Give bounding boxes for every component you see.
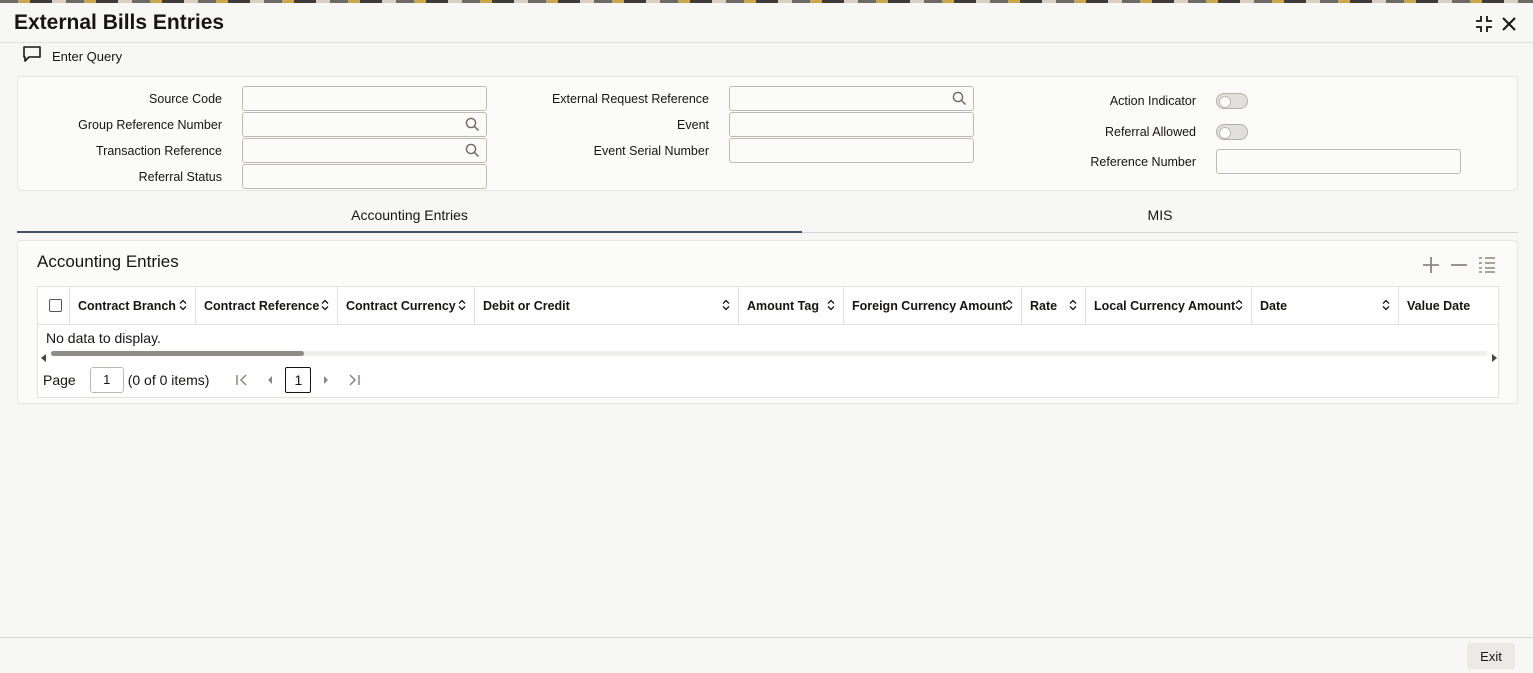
- search-icon[interactable]: [465, 117, 480, 137]
- column-label: Debit or Credit: [483, 299, 570, 313]
- search-icon[interactable]: [465, 143, 480, 163]
- enter-query-label: Enter Query: [52, 48, 123, 64]
- column-label: Date: [1260, 299, 1288, 313]
- event-serial-number-label: Event Serial Number: [593, 144, 709, 158]
- event-input[interactable]: [729, 112, 974, 137]
- sort-icon[interactable]: [179, 299, 187, 314]
- grid-actions: [1421, 255, 1497, 275]
- first-page-icon[interactable]: [231, 367, 253, 393]
- sort-icon[interactable]: [722, 299, 730, 314]
- column-contract-branch[interactable]: Contract Branch: [70, 287, 196, 325]
- previous-page-icon[interactable]: [259, 367, 281, 393]
- title-bar: External Bills Entries: [0, 3, 1533, 43]
- next-page-icon[interactable]: [315, 367, 337, 393]
- sort-icon[interactable]: [1069, 299, 1077, 314]
- column-label: Local Currency Amount: [1094, 299, 1236, 313]
- search-icon[interactable]: [952, 91, 967, 111]
- column-local-currency-amount[interactable]: Local Currency Amount: [1086, 287, 1252, 325]
- source-code-input[interactable]: [242, 86, 487, 111]
- column-label: Rate: [1030, 299, 1058, 313]
- sort-icon[interactable]: [458, 299, 466, 314]
- column-date[interactable]: Date: [1252, 287, 1399, 325]
- footer-bar: Exit: [0, 637, 1533, 673]
- referral-status-input[interactable]: [242, 164, 487, 189]
- accounting-entries-section: Accounting Entries Contract Branch Contr…: [17, 240, 1518, 404]
- column-label: Contract Currency: [346, 299, 456, 313]
- referral-allowed-toggle[interactable]: [1216, 124, 1248, 140]
- column-label: Amount Tag: [747, 299, 819, 313]
- column-rate[interactable]: Rate: [1022, 287, 1086, 325]
- sort-icon[interactable]: [321, 299, 329, 314]
- column-label: Value Date: [1407, 299, 1471, 313]
- tab-mis[interactable]: MIS: [802, 200, 1518, 233]
- sort-icon[interactable]: [1382, 299, 1390, 314]
- header-form: Source Code Group Reference Number Trans…: [17, 76, 1518, 191]
- referral-status-label: Referral Status: [138, 170, 222, 184]
- group-reference-number-input[interactable]: [242, 112, 487, 137]
- chat-icon: [22, 45, 42, 68]
- external-request-reference-label: External Request Reference: [551, 92, 709, 106]
- accounting-entries-table: Contract Branch Contract Reference Contr…: [37, 286, 1500, 398]
- items-count: (0 of 0 items): [127, 372, 210, 388]
- column-label: Contract Reference: [204, 299, 320, 313]
- scroll-thumb[interactable]: [51, 351, 304, 356]
- column-amount-tag[interactable]: Amount Tag: [739, 287, 844, 325]
- referral-allowed-label: Referral Allowed: [1104, 125, 1196, 139]
- add-icon[interactable]: [1421, 255, 1441, 275]
- action-indicator-toggle[interactable]: [1216, 93, 1248, 109]
- column-value-date[interactable]: Value Date: [1399, 287, 1500, 325]
- tab-accounting-entries[interactable]: Accounting Entries: [17, 200, 802, 233]
- empty-message: No data to display.: [46, 330, 161, 346]
- exit-button[interactable]: Exit: [1467, 643, 1515, 669]
- external-request-reference-input[interactable]: [729, 86, 974, 111]
- sort-icon[interactable]: [1235, 299, 1243, 314]
- table-header: Contract Branch Contract Reference Contr…: [38, 287, 1500, 325]
- pagination: Page 1 (0 of 0 items) 1: [43, 367, 365, 393]
- current-page[interactable]: 1: [285, 367, 312, 393]
- group-reference-number-label: Group Reference Number: [78, 118, 222, 132]
- select-all-checkbox[interactable]: [49, 299, 62, 312]
- column-label: Foreign Currency Amount: [852, 299, 1007, 313]
- reference-number-input[interactable]: [1216, 149, 1461, 174]
- enter-query-button[interactable]: Enter Query: [22, 45, 122, 67]
- event-serial-number-input[interactable]: [729, 138, 974, 163]
- page-title: External Bills Entries: [14, 11, 225, 34]
- column-debit-or-credit[interactable]: Debit or Credit: [475, 287, 739, 325]
- close-icon[interactable]: [1498, 13, 1520, 35]
- section-title: Accounting Entries: [37, 252, 179, 271]
- source-code-label: Source Code: [149, 92, 222, 106]
- reference-number-label: Reference Number: [1090, 155, 1196, 169]
- event-label: Event: [677, 118, 709, 132]
- remove-icon[interactable]: [1449, 255, 1469, 275]
- page-label: Page: [43, 372, 76, 388]
- transaction-reference-label: Transaction Reference: [96, 144, 222, 158]
- horizontal-scrollbar[interactable]: [41, 349, 1497, 362]
- transaction-reference-input[interactable]: [242, 138, 487, 163]
- scroll-left-icon[interactable]: [41, 349, 47, 367]
- select-all-column: [38, 287, 70, 325]
- column-contract-reference[interactable]: Contract Reference: [196, 287, 338, 325]
- tab-bar: Accounting Entries MIS: [17, 200, 1518, 233]
- list-icon[interactable]: [1477, 255, 1497, 275]
- page-input[interactable]: 1: [89, 367, 124, 393]
- restore-icon[interactable]: [1473, 13, 1495, 35]
- scroll-right-icon[interactable]: [1491, 349, 1497, 367]
- column-label: Contract Branch: [78, 299, 176, 313]
- sort-icon[interactable]: [827, 299, 835, 314]
- sort-icon[interactable]: [1005, 299, 1013, 314]
- column-contract-currency[interactable]: Contract Currency: [338, 287, 475, 325]
- action-indicator-label: Action Indicator: [1109, 94, 1196, 108]
- last-page-icon[interactable]: [343, 367, 365, 393]
- column-foreign-currency-amount[interactable]: Foreign Currency Amount: [844, 287, 1022, 325]
